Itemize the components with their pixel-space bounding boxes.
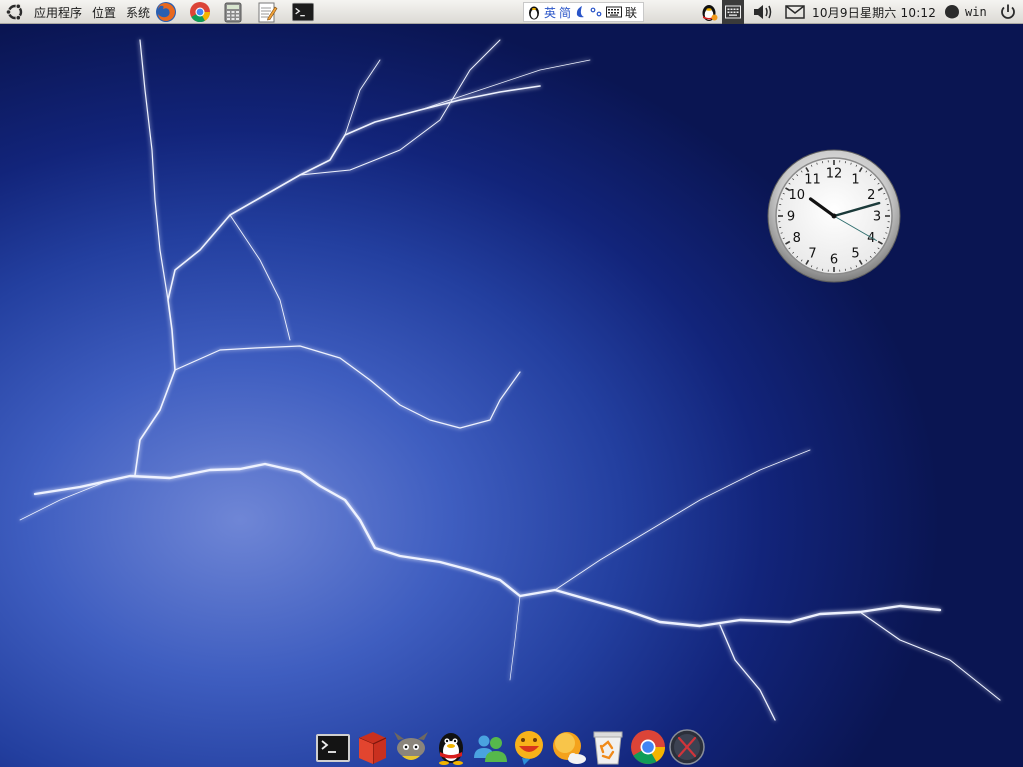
menu-places-label: 位置 (92, 5, 117, 20)
lightning-artwork (19, 39, 1001, 721)
ime-mode-label[interactable]: 简 (559, 4, 571, 21)
keyboard-icon[interactable] (606, 6, 623, 18)
calculator-icon[interactable] (222, 1, 244, 23)
dock (312, 728, 710, 767)
firefox-icon[interactable] (155, 1, 177, 23)
dock-trash-icon[interactable] (589, 728, 627, 766)
clock-numeral: 8 (793, 231, 801, 246)
penguin-icon (529, 6, 539, 20)
keyboard-indicator[interactable] (722, 0, 744, 24)
menu-system-label: 系统 (126, 5, 151, 20)
dock-x-app-icon[interactable] (668, 728, 706, 766)
analog-clock-widget[interactable]: 12 12 3 45678 9 1011 (767, 149, 901, 283)
clock-numeral: 9 (787, 210, 795, 225)
clock-numeral: 10 (788, 188, 805, 203)
chrome-icon[interactable] (189, 1, 211, 23)
desktop-wallpaper (0, 0, 1023, 767)
mail-icon[interactable] (785, 0, 805, 24)
user-status-icon[interactable] (944, 0, 960, 24)
dock-qq-icon[interactable] (432, 728, 470, 766)
dock-chrome-icon[interactable] (629, 728, 667, 766)
menu-applications[interactable]: 应用程序 (34, 0, 82, 24)
punctuation-icon[interactable] (589, 5, 603, 19)
text-editor-icon[interactable] (256, 1, 278, 23)
keyboard-indicator-icon (725, 5, 741, 19)
clock-numeral: 12 (826, 167, 843, 182)
menu-system[interactable]: 系统 (126, 0, 150, 24)
clock-numeral: 7 (808, 247, 816, 262)
dock-package-icon[interactable] (353, 728, 391, 766)
clock-numeral: 6 (830, 253, 838, 268)
dock-gimp-icon[interactable] (392, 728, 430, 766)
clock-numeral: 2 (867, 188, 875, 203)
clock-numeral: 4 (867, 231, 875, 246)
menu-places[interactable]: 位置 (92, 0, 116, 24)
clock-numeral: 5 (851, 247, 859, 262)
clock-numeral: 11 (804, 172, 821, 187)
ubuntu-logo-icon[interactable] (5, 0, 25, 24)
moon-icon[interactable] (574, 5, 586, 19)
volume-icon[interactable] (752, 0, 774, 24)
dock-terminal-icon[interactable] (314, 728, 352, 766)
terminal-icon[interactable] (292, 1, 314, 23)
menu-applications-label: 应用程序 (34, 5, 83, 20)
clock-numeral: 1 (851, 172, 859, 187)
ime-language-label[interactable]: 英 (544, 4, 556, 21)
panel-datetime[interactable]: 10月9日星期六 10:12 (812, 0, 936, 24)
ime-link-label[interactable]: 联 (625, 4, 637, 21)
input-method-bar[interactable]: 英 简 联 (523, 2, 644, 22)
clock-center-pin (831, 213, 837, 219)
qq-tray-icon[interactable] (698, 0, 720, 24)
dock-chat-icon[interactable] (510, 728, 548, 766)
dock-contacts-icon[interactable] (471, 728, 509, 766)
power-icon[interactable] (999, 0, 1017, 24)
dock-weather-icon[interactable] (549, 728, 587, 766)
top-panel: 应用程序 位置 系统 英 简 联 10月9日星期六 10:12 win (0, 0, 1023, 24)
panel-username[interactable]: win (965, 0, 987, 24)
clock-numeral: 3 (873, 210, 881, 225)
